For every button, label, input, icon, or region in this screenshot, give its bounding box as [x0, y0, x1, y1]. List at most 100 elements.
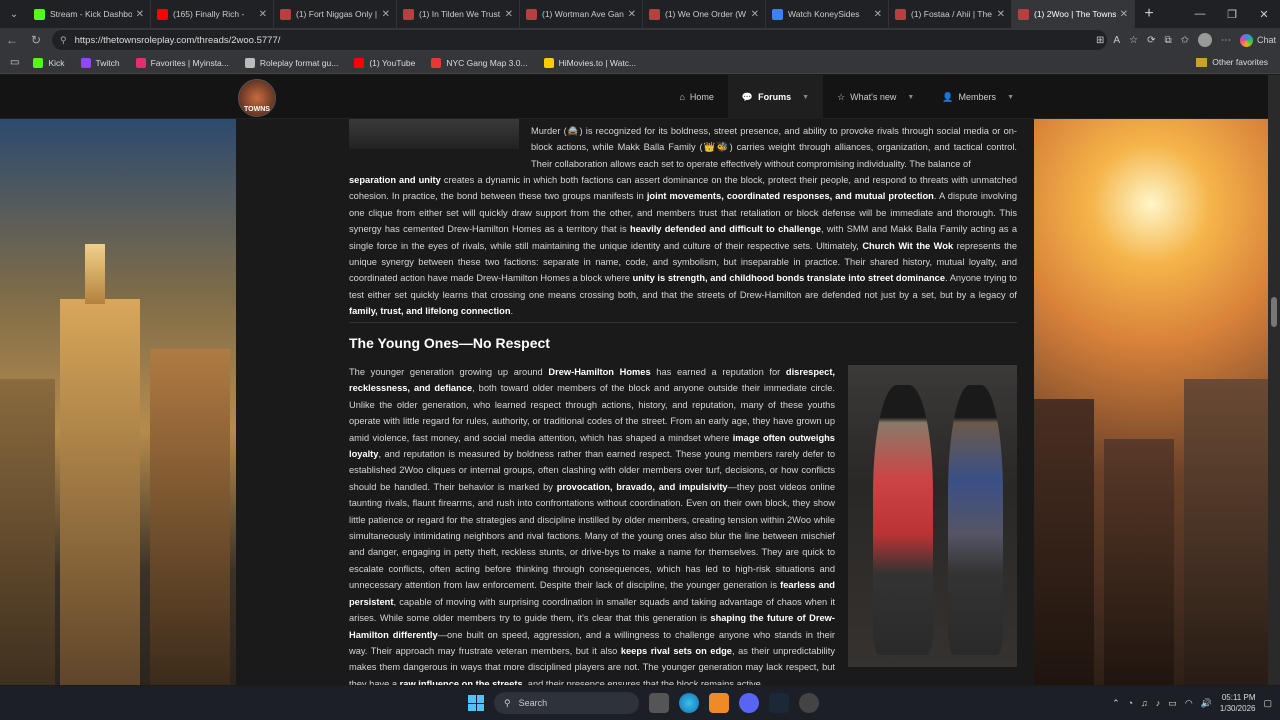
post-image-young-ones[interactable] — [848, 365, 1017, 667]
battery-icon[interactable]: ▭ — [1168, 698, 1177, 709]
browser-tab[interactable]: (1) Fostaa / Ahii | The T ✕ — [889, 0, 1012, 28]
chevron-down-icon[interactable]: ▼ — [907, 94, 914, 101]
tab-favicon-icon — [772, 8, 783, 20]
apps-icon[interactable]: ⊞ — [1096, 35, 1104, 46]
sidebar-toggle-icon[interactable]: ▭ — [10, 57, 19, 68]
steam-icon[interactable] — [769, 693, 789, 713]
back-icon[interactable]: ← — [0, 33, 24, 47]
microphone-icon[interactable]: ♫ — [1141, 698, 1148, 708]
bookmark-item[interactable]: Roleplay format gu... — [244, 57, 338, 68]
browser-tab[interactable]: Stream - Kick Dashboard ✕ — [28, 0, 151, 28]
bookmark-item[interactable]: (1) YouTube — [354, 57, 415, 68]
close-window-icon[interactable]: ✕ — [1248, 0, 1280, 28]
discord-icon[interactable] — [739, 693, 759, 713]
vlc-icon[interactable] — [709, 693, 729, 713]
browser-tab[interactable]: (1) We One Order (W ✕ — [643, 0, 766, 28]
close-tab-icon[interactable]: ✕ — [136, 9, 144, 20]
tab-favicon-icon — [280, 8, 291, 20]
chevron-down-icon[interactable]: ▼ — [1007, 94, 1014, 101]
browser-tab[interactable]: (1) Fort Niggas Only | T ✕ — [274, 0, 397, 28]
close-tab-icon[interactable]: ✕ — [382, 9, 390, 20]
background-image-left — [0, 119, 236, 685]
settings-icon[interactable] — [799, 693, 819, 713]
reload-icon[interactable]: ↻ — [24, 33, 48, 47]
favorite-star-icon[interactable]: ☆ — [1129, 35, 1138, 46]
speaker-icon[interactable]: 🔊 — [1201, 698, 1212, 709]
restore-icon[interactable]: ❐ — [1216, 0, 1248, 28]
tab-title: Watch KoneySides — [788, 9, 860, 19]
bookmark-icon — [135, 57, 146, 68]
tab-strip: ⌄ Stream - Kick Dashboard✕(165) Finally … — [0, 0, 1280, 28]
copilot-chat-button[interactable]: Chat — [1239, 33, 1276, 47]
tab-favicon-icon — [34, 8, 45, 20]
folder-icon — [1196, 57, 1208, 67]
address-bar-row: ← ↻ ⚲ https://thetownsroleplay.com/threa… — [0, 28, 1280, 52]
address-bar[interactable]: ⚲ https://thetownsroleplay.com/threads/2… — [52, 30, 1107, 50]
chevron-down-icon[interactable]: ▼ — [802, 94, 809, 101]
refresh-extension-icon[interactable]: ⟳ — [1147, 35, 1155, 46]
tab-title: (1) We One Order (W — [665, 9, 747, 19]
web-page: TOWNS ⌂ Home 💬 Forums ▼ ☆ What's new ▼ 👤 Members ▼… — [0, 75, 1268, 685]
close-tab-icon[interactable]: ✕ — [628, 9, 636, 20]
file-explorer-icon[interactable] — [649, 693, 669, 713]
minimize-icon[interactable]: — — [1184, 0, 1216, 28]
browser-tab[interactable]: (165) Finally Rich - ✕ — [151, 0, 274, 28]
clock[interactable]: 05:11 PM 1/30/2026 — [1220, 692, 1256, 714]
close-tab-icon[interactable]: ✕ — [874, 9, 882, 20]
bookmark-icon — [543, 57, 554, 68]
close-tab-icon[interactable]: ✕ — [259, 9, 267, 20]
emoji-icon: 🚔 — [566, 126, 580, 136]
bookmark-icon — [33, 57, 44, 68]
close-tab-icon[interactable]: ✕ — [1120, 9, 1128, 20]
close-tab-icon[interactable]: ✕ — [751, 9, 759, 20]
favorites-icon[interactable]: ✩ — [1181, 35, 1189, 46]
nav-home[interactable]: ⌂ Home — [665, 75, 727, 119]
browser-tab[interactable]: (1) Wortman Ave Gangs ✕ — [520, 0, 643, 28]
tray-overflow-icon[interactable]: ⌃ — [1112, 698, 1120, 709]
browser-tab[interactable]: Watch KoneySides ✕ — [766, 0, 889, 28]
bookmark-item[interactable]: Twitch — [80, 57, 120, 68]
tab-favicon-icon — [895, 8, 906, 20]
section-divider — [349, 322, 1017, 323]
post-image-top[interactable] — [349, 119, 519, 149]
windows-start-icon[interactable] — [468, 695, 484, 711]
bookmark-icon — [244, 57, 255, 68]
emoji-icon: 👑🐝 — [702, 142, 730, 153]
nav-forums[interactable]: 💬 Forums ▼ — [727, 75, 824, 119]
bookmark-item[interactable]: Favorites | Myinsta... — [135, 57, 229, 68]
tab-title: (1) Fostaa / Ahii | The T — [911, 9, 993, 19]
browser-tab[interactable]: (1) In Tilden We Trust | T ✕ — [397, 0, 520, 28]
network-icon[interactable]: ◔ — [1128, 698, 1133, 708]
volume-icon[interactable]: ♪ — [1156, 698, 1161, 708]
nav-what-s-new[interactable]: ☆ What's new ▼ — [823, 75, 928, 119]
bookmark-item[interactable]: Kick — [33, 57, 65, 68]
close-tab-icon[interactable]: ✕ — [997, 9, 1005, 20]
nav-label: Forums — [758, 92, 792, 102]
bookmark-label: NYC Gang Map 3.0... — [446, 57, 528, 68]
close-tab-icon[interactable]: ✕ — [505, 9, 513, 20]
new-tab-button[interactable]: + — [1135, 5, 1163, 23]
edge-browser-icon[interactable] — [679, 693, 699, 713]
browser-tab[interactable]: (1) 2Woo | The Towns R ✕ — [1012, 0, 1135, 28]
forums-icon: 💬 — [741, 91, 754, 102]
scrollbar-thumb[interactable] — [1271, 297, 1277, 327]
profile-avatar[interactable] — [1197, 33, 1212, 47]
notifications-icon[interactable]: ▢ — [1263, 698, 1272, 709]
site-info-icon[interactable]: ⚲ — [60, 35, 67, 46]
bookmark-item[interactable]: NYC Gang Map 3.0... — [431, 57, 528, 68]
tab-search-icon[interactable]: ⌄ — [0, 0, 28, 28]
read-aloud-icon[interactable]: A — [1113, 35, 1120, 46]
taskbar-search[interactable]: ⚲ Search — [494, 692, 639, 714]
more-menu-icon[interactable]: ⋯ — [1221, 35, 1231, 46]
bookmark-icon — [354, 57, 365, 68]
extensions-icon[interactable]: ⧉ — [1164, 35, 1171, 46]
wifi-icon[interactable]: ◠ — [1185, 698, 1193, 709]
site-logo[interactable]: TOWNS — [238, 79, 276, 117]
nav-members[interactable]: 👤 Members ▼ — [928, 75, 1028, 119]
tab-favicon-icon — [649, 8, 660, 20]
copilot-icon — [1239, 33, 1253, 47]
page-scrollbar[interactable] — [1268, 75, 1280, 685]
bookmark-item[interactable]: HiMovies.to | Watc... — [543, 57, 636, 68]
other-favorites[interactable]: Other favorites — [1196, 57, 1268, 67]
tab-favicon-icon — [403, 8, 414, 20]
